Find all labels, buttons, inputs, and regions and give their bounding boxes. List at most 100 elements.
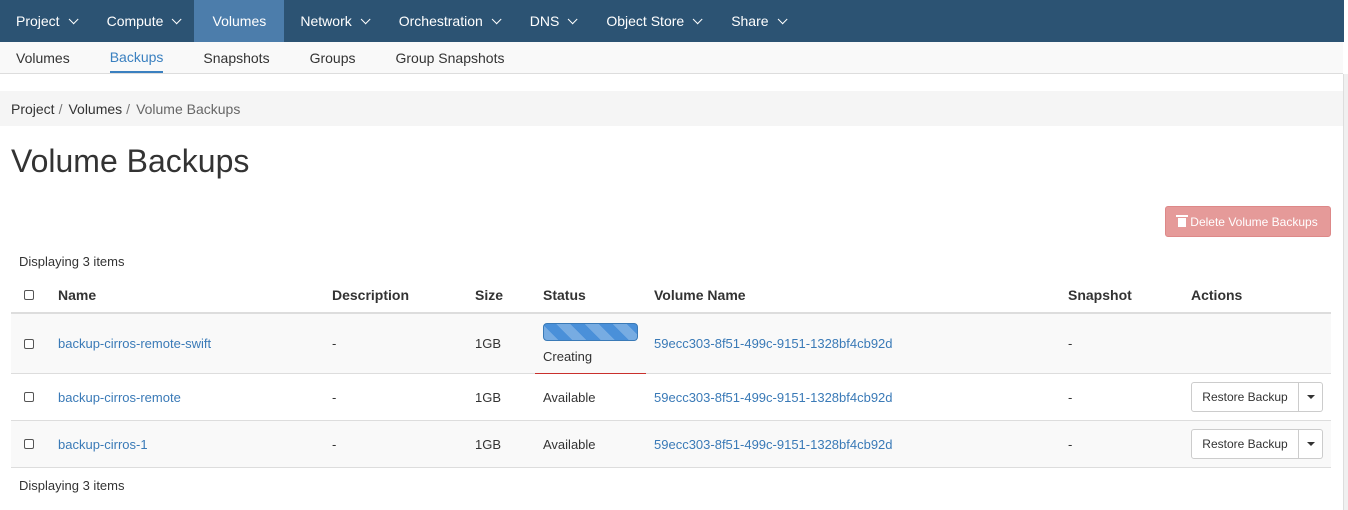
header-volume-name[interactable]: Volume Name bbox=[654, 277, 746, 312]
backup-name-link[interactable]: backup-cirros-1 bbox=[58, 437, 148, 452]
caret-down-icon bbox=[1306, 442, 1315, 446]
chevron-down-icon bbox=[777, 13, 788, 24]
row-select-cell bbox=[24, 314, 44, 373]
nav-edge bbox=[1344, 0, 1348, 42]
breadcrumb-current: Volume Backups bbox=[136, 100, 241, 117]
description-cell: - bbox=[332, 336, 337, 351]
nav-label: DNS bbox=[529, 13, 560, 29]
table-row: backup-cirros-remote - 1GB Available 59e… bbox=[11, 374, 1331, 421]
table-row: backup-cirros-remote-swift - 1GB Creatin… bbox=[11, 314, 1331, 374]
status-text: Creating bbox=[543, 349, 593, 364]
snapshot-cell: - bbox=[1068, 436, 1073, 452]
size-cell: 1GB bbox=[475, 436, 502, 452]
tab-backups[interactable]: Backups bbox=[109, 42, 164, 73]
chevron-down-icon bbox=[491, 13, 502, 24]
nav-label: Project bbox=[16, 13, 60, 29]
row-select-cell bbox=[24, 421, 44, 467]
delete-volume-backups-button[interactable]: Delete Volume Backups bbox=[1165, 206, 1331, 237]
volume-link[interactable]: 59ecc303-8f51-499c-9151-1328bf4cb92d bbox=[654, 336, 893, 351]
name-cell: backup-cirros-remote bbox=[58, 374, 181, 420]
description-cell: - bbox=[332, 389, 337, 405]
backup-name-link[interactable]: backup-cirros-remote bbox=[58, 390, 181, 405]
snapshot-cell: - bbox=[1068, 389, 1073, 405]
breadcrumb-separator: / bbox=[58, 100, 63, 117]
item-count-bottom: Displaying 3 items bbox=[19, 478, 125, 493]
nav-compute[interactable]: Compute bbox=[91, 0, 195, 42]
chevron-down-icon bbox=[360, 13, 371, 24]
nav-label: Network bbox=[300, 13, 352, 29]
backups-table: Name Description Size Status Volume Name… bbox=[11, 277, 1331, 468]
volume-name-cell: 59ecc303-8f51-499c-9151-1328bf4cb92d bbox=[654, 314, 893, 373]
tab-snapshots[interactable]: Snapshots bbox=[187, 42, 269, 73]
volume-name-cell: 59ecc303-8f51-499c-9151-1328bf4cb92d bbox=[654, 421, 893, 467]
tab-volumes[interactable]: Volumes bbox=[0, 42, 70, 73]
caret-down-icon bbox=[1306, 395, 1315, 399]
nav-orchestration[interactable]: Orchestration bbox=[383, 0, 514, 42]
header-name[interactable]: Name bbox=[58, 277, 96, 312]
nav-label: Orchestration bbox=[398, 13, 483, 29]
breadcrumb-separator: / bbox=[126, 100, 131, 117]
header-snapshot[interactable]: Snapshot bbox=[1068, 277, 1132, 312]
name-cell: backup-cirros-1 bbox=[58, 421, 148, 467]
select-all-cell bbox=[24, 277, 44, 312]
chevron-down-icon bbox=[172, 13, 182, 24]
delete-button-label: Delete Volume Backups bbox=[1190, 214, 1318, 229]
table-header: Name Description Size Status Volume Name… bbox=[11, 277, 1331, 314]
item-count-top: Displaying 3 items bbox=[19, 254, 125, 269]
sub-navigation: Volumes Backups Snapshots Groups Group S… bbox=[0, 42, 1343, 74]
chevron-down-icon bbox=[692, 13, 703, 24]
volume-link[interactable]: 59ecc303-8f51-499c-9151-1328bf4cb92d bbox=[654, 390, 893, 405]
nav-label: Volumes bbox=[212, 13, 267, 29]
breadcrumb-project[interactable]: Project bbox=[11, 101, 55, 117]
header-size[interactable]: Size bbox=[475, 277, 503, 312]
header-actions: Actions bbox=[1191, 286, 1243, 303]
actions-cell: Restore Backup bbox=[1191, 374, 1323, 420]
row-checkbox[interactable] bbox=[24, 392, 34, 402]
header-description[interactable]: Description bbox=[332, 277, 409, 312]
backup-name-link[interactable]: backup-cirros-remote-swift bbox=[58, 336, 211, 351]
status-cell: Available bbox=[543, 389, 596, 405]
snapshot-cell: - bbox=[1068, 336, 1073, 351]
breadcrumb-volumes[interactable]: Volumes bbox=[68, 101, 122, 117]
restore-backup-button[interactable]: Restore Backup bbox=[1191, 429, 1299, 459]
tab-groups[interactable]: Groups bbox=[294, 42, 356, 73]
volume-name-cell: 59ecc303-8f51-499c-9151-1328bf4cb92d bbox=[654, 374, 893, 420]
name-cell: backup-cirros-remote-swift bbox=[58, 314, 211, 373]
select-all-checkbox[interactable] bbox=[24, 289, 34, 300]
size-cell: 1GB bbox=[475, 389, 502, 405]
restore-button-group: Restore Backup bbox=[1191, 429, 1323, 459]
nav-label: Compute bbox=[106, 13, 164, 29]
size-cell: 1GB bbox=[475, 336, 502, 351]
status-cell: Creating bbox=[543, 314, 638, 373]
nav-label: Share bbox=[731, 13, 769, 29]
actions-cell: Restore Backup bbox=[1191, 421, 1323, 467]
page-title: Volume Backups bbox=[11, 143, 250, 179]
header-status[interactable]: Status bbox=[543, 277, 586, 312]
top-navigation: Project Compute Volumes Network Orchestr… bbox=[0, 0, 1348, 42]
chevron-down-icon bbox=[568, 13, 578, 24]
volume-link[interactable]: 59ecc303-8f51-499c-9151-1328bf4cb92d bbox=[654, 437, 893, 452]
nav-network[interactable]: Network bbox=[284, 0, 382, 42]
actions-dropdown-toggle[interactable] bbox=[1299, 382, 1323, 412]
description-cell: - bbox=[332, 436, 337, 452]
chevron-down-icon bbox=[68, 13, 79, 24]
row-checkbox[interactable] bbox=[24, 338, 34, 349]
nav-dns[interactable]: DNS bbox=[514, 0, 591, 42]
restore-backup-button[interactable]: Restore Backup bbox=[1191, 382, 1299, 412]
row-select-cell bbox=[24, 374, 44, 420]
trash-icon bbox=[1176, 215, 1189, 227]
tab-group-snapshots[interactable]: Group Snapshots bbox=[380, 42, 505, 73]
breadcrumb: Project / Volumes / Volume Backups bbox=[0, 91, 1343, 126]
actions-dropdown-toggle[interactable] bbox=[1299, 429, 1323, 459]
table-row: backup-cirros-1 - 1GB Available 59ecc303… bbox=[11, 421, 1331, 468]
row-checkbox[interactable] bbox=[24, 439, 34, 449]
nav-share[interactable]: Share bbox=[715, 0, 799, 42]
nav-volumes[interactable]: Volumes bbox=[194, 0, 285, 42]
restore-button-group: Restore Backup bbox=[1191, 382, 1323, 412]
nav-object-store[interactable]: Object Store bbox=[590, 0, 715, 42]
scrollbar[interactable] bbox=[1343, 74, 1348, 510]
status-cell: Available bbox=[543, 436, 596, 452]
nav-project[interactable]: Project bbox=[0, 0, 91, 42]
nav-label: Object Store bbox=[606, 13, 685, 29]
progress-bar bbox=[543, 323, 638, 341]
